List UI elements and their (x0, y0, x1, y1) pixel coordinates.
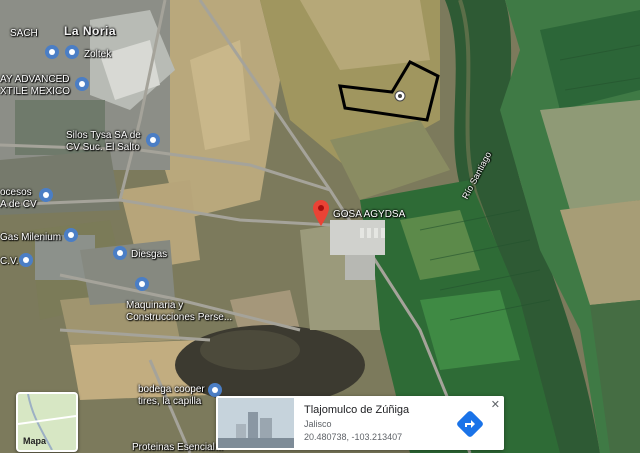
building-icon (218, 398, 294, 448)
place-marker-icon[interactable] (145, 132, 161, 148)
label-zoltek[interactable]: Zoltek (84, 49, 111, 60)
label-gas-milenium[interactable]: Gas Milenium (0, 232, 61, 243)
satellite-map[interactable] (0, 0, 640, 453)
directions-icon[interactable] (457, 411, 483, 437)
label-diesgas[interactable]: Diesgas (131, 249, 167, 260)
selected-location-pin-icon[interactable] (313, 200, 329, 226)
place-marker-icon[interactable] (44, 44, 60, 60)
place-marker-icon[interactable] (74, 76, 90, 92)
label-silos-1[interactable]: Silos Tysa SA de (66, 130, 141, 141)
label-bodega-1[interactable]: bodega cooper (138, 384, 205, 395)
map-layer-label: Mapa (23, 436, 47, 446)
close-icon[interactable]: ✕ (491, 398, 500, 411)
place-marker-icon[interactable] (38, 187, 54, 203)
label-silos-2[interactable]: CV Suc. El Salto (66, 142, 140, 153)
label-procesos[interactable]: ocesos (0, 187, 32, 198)
label-sach[interactable]: SACH (10, 28, 38, 39)
label-ay-advanced[interactable]: AY ADVANCED (0, 74, 69, 85)
place-region: Jalisco (304, 419, 332, 429)
place-coordinates: 20.480738, -103.213407 (304, 432, 403, 442)
place-marker-icon[interactable] (64, 44, 80, 60)
label-a-de-cv[interactable]: A de CV (0, 199, 37, 210)
place-marker-icon[interactable] (112, 245, 128, 261)
label-gosa-agydsa[interactable]: GOSA AGYDSA (333, 209, 405, 220)
label-proteinas[interactable]: Proteinas Esencial... (132, 442, 223, 453)
place-marker-icon[interactable] (18, 252, 34, 268)
label-la-noria: La Noria (64, 24, 117, 38)
place-marker-icon[interactable] (134, 276, 150, 292)
place-info-card[interactable]: Tlajomulco de Zúñiga Jalisco 20.480738, … (216, 396, 504, 450)
place-thumbnail[interactable] (218, 398, 294, 448)
label-xtile-mexico[interactable]: XTILE MEXICO (0, 86, 70, 97)
label-maquinaria-1[interactable]: Maquinaria y (126, 300, 183, 311)
map-layer-toggle-button[interactable]: Mapa (16, 392, 78, 452)
place-title: Tlajomulco de Zúñiga (304, 404, 410, 416)
label-maquinaria-2[interactable]: Construcciones Perse... (126, 312, 232, 323)
place-marker-icon[interactable] (63, 227, 79, 243)
label-cv[interactable]: C.V. (0, 256, 19, 267)
label-bodega-2[interactable]: tires, la capilla (138, 396, 201, 407)
